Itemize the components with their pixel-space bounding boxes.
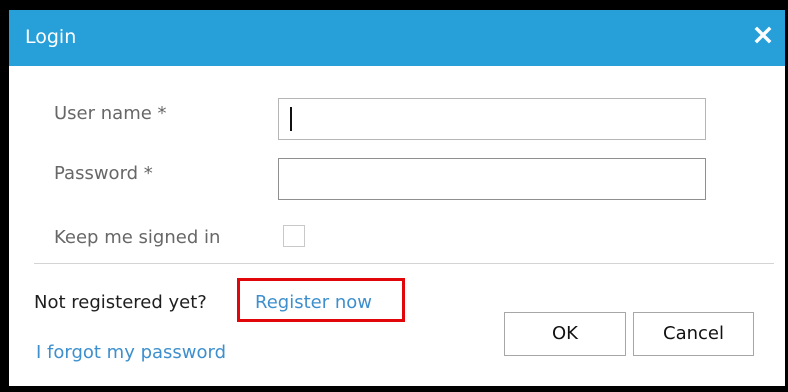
dialog-title: Login [25,26,77,48]
cancel-button[interactable]: Cancel [633,312,754,356]
ok-button[interactable]: OK [504,312,626,356]
text-caret [290,107,292,131]
forgot-password-link[interactable]: I forgot my password [36,341,226,365]
login-dialog: Login User name * Password * Keep me sig… [9,10,785,386]
divider [34,263,774,264]
password-label: Password * [54,163,153,184]
keep-signed-in-label: Keep me signed in [54,227,221,248]
keep-signed-in-checkbox[interactable] [283,225,305,247]
username-label: User name * [54,103,167,124]
username-input[interactable] [278,98,706,140]
close-icon[interactable] [751,23,775,47]
not-registered-text: Not registered yet? [34,292,207,313]
dialog-titlebar: Login [9,10,785,66]
highlight-box [237,278,405,322]
close-icon-glyph [754,26,772,44]
password-input[interactable] [278,158,706,200]
